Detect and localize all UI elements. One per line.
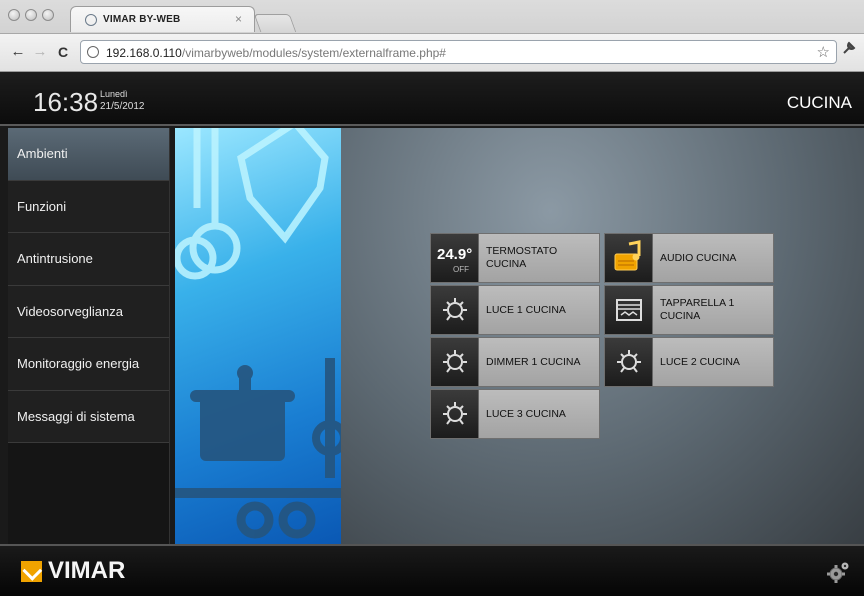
tab-close-icon[interactable]: × [235, 12, 242, 26]
vimar-logo-icon [21, 561, 42, 582]
minimize-window-button[interactable] [25, 9, 37, 21]
gear-icon[interactable] [826, 560, 850, 584]
tile-label: LUCE 3 CUCINA [486, 407, 566, 420]
sidebar-item-funzioni[interactable]: Funzioni [8, 180, 169, 233]
browser-toolbar: ← → C 192.168.0.110/vimarbyweb/modules/s… [0, 33, 864, 71]
tile-termostato-cucina[interactable]: 24.9° OFF TERMOSTATO CUCINA [430, 233, 600, 283]
tile-label: LUCE 1 CUCINA [486, 303, 566, 316]
clock-date: 21/5/2012 [100, 101, 145, 112]
clock-time: 16:38 [33, 87, 99, 117]
tile-audio-cucina[interactable]: AUDIO CUCINA [604, 233, 774, 283]
tile-dimmer-1-cucina[interactable]: DIMMER 1 CUCINA [430, 337, 600, 387]
thermostat-temperature: 24.9° [437, 246, 473, 263]
shutter-icon [605, 286, 653, 334]
url-path: /vimarbyweb/modules/system/externalframe… [181, 46, 446, 60]
app-footer: VIMAR [0, 544, 864, 596]
address-bar[interactable]: 192.168.0.110/vimarbyweb/modules/system/… [80, 40, 837, 64]
sidebar: Ambienti Funzioni Antintrusione Videosor… [8, 128, 170, 544]
bookmark-star-icon[interactable]: ☆ [817, 43, 830, 61]
tile-label: AUDIO CUCINA [660, 251, 737, 264]
close-window-button[interactable] [8, 9, 20, 21]
forward-button[interactable]: → [31, 43, 49, 60]
app-header: 16:38 Lunedì 21/5/2012 CUCINA [0, 72, 864, 126]
thermostat-state: OFF [453, 265, 469, 274]
tile-label: DIMMER 1 CUCINA [486, 355, 581, 368]
sidebar-item-ambienti[interactable]: Ambienti [8, 128, 169, 181]
tile-label: TAPPARELLA 1 CUCINA [660, 297, 735, 322]
tile-tapparella-1-cucina[interactable]: TAPPARELLA 1 CUCINA [604, 285, 774, 335]
kitchen-illustration [175, 128, 341, 544]
sidebar-item-antintrusione[interactable]: Antintrusione [8, 233, 169, 286]
globe-icon [85, 14, 97, 26]
window-controls [8, 9, 54, 21]
url-host: 192.168.0.110 [106, 46, 182, 60]
brand-logo-text: VIMAR [48, 557, 126, 584]
clock-day: Lunedì [100, 89, 128, 99]
audio-icon [605, 234, 653, 282]
sidebar-item-monitoraggio-energia[interactable]: Monitoraggio energia [8, 338, 169, 391]
tile-label: LUCE 2 CUCINA [660, 355, 740, 368]
tile-luce-3-cucina[interactable]: LUCE 3 CUCINA [430, 389, 600, 439]
new-tab-button[interactable] [253, 14, 297, 32]
globe-icon [87, 46, 99, 58]
wrench-icon[interactable] [840, 40, 858, 60]
tab-title: VIMAR BY-WEB [103, 14, 181, 25]
back-button[interactable]: ← [9, 43, 27, 60]
url-text[interactable]: 192.168.0.110/vimarbyweb/modules/system/… [106, 46, 446, 60]
room-devices-area: 24.9° OFF TERMOSTATO CUCINA AUDIO CUCINA… [341, 128, 864, 544]
light-bulb-icon [605, 338, 653, 386]
room-title: CUCINA [786, 93, 852, 112]
dimmer-bulb-icon [431, 338, 479, 386]
thermostat-icon: 24.9° OFF [431, 234, 479, 282]
tile-label: TERMOSTATO CUCINA [486, 245, 558, 270]
sidebar-item-messaggi-di-sistema[interactable]: Messaggi di sistema [8, 390, 169, 443]
browser-chrome: VIMAR BY-WEB × ← → C 192.168.0.110/vimar… [0, 0, 864, 72]
zoom-window-button[interactable] [42, 9, 54, 21]
tile-luce-2-cucina[interactable]: LUCE 2 CUCINA [604, 337, 774, 387]
reload-button[interactable]: C [54, 44, 72, 60]
light-bulb-icon [431, 286, 479, 334]
sidebar-item-videosorveglianza[interactable]: Videosorveglianza [8, 285, 169, 338]
browser-tab[interactable]: VIMAR BY-WEB × [70, 6, 255, 32]
light-bulb-icon [431, 390, 479, 438]
tile-luce-1-cucina[interactable]: LUCE 1 CUCINA [430, 285, 600, 335]
